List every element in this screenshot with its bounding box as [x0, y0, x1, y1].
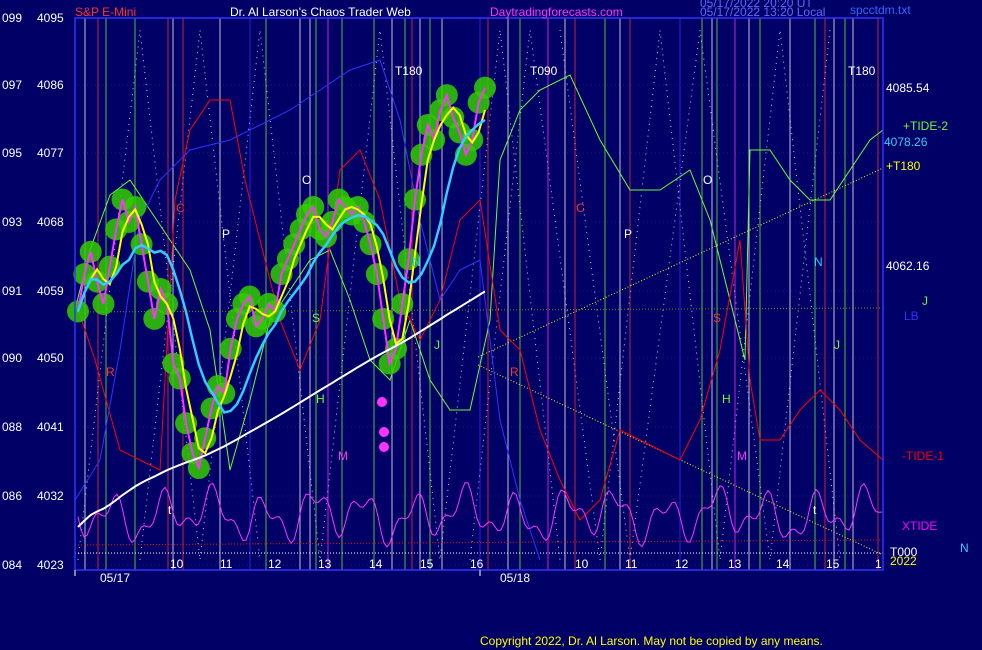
price-bubble	[474, 76, 496, 99]
series-label: 2022	[890, 554, 917, 568]
site-link[interactable]: Daytradingforecasts.com	[490, 5, 623, 19]
series-label: XTIDE	[902, 519, 937, 533]
x-tick: 11	[220, 557, 233, 571]
cycle-marker: C	[176, 201, 185, 215]
cycle-marker: P	[624, 227, 632, 241]
y-tick-right: 4050	[37, 351, 64, 365]
y-tick-right: 4086	[37, 78, 64, 92]
series-label: +TIDE-2	[903, 119, 948, 133]
cycle-marker: S	[312, 311, 320, 325]
x-tick: 16	[470, 557, 484, 571]
y-tick-left: 086	[2, 489, 22, 503]
x-tick: 10	[170, 557, 184, 571]
series-label: +T180	[886, 159, 921, 173]
y-tick-left: 093	[2, 215, 22, 229]
cycle-marker: H	[316, 392, 325, 406]
y-tick-right: 4041	[37, 420, 64, 434]
y-tick-right: 4023	[37, 558, 64, 572]
cycle-marker: J	[834, 338, 840, 352]
cycle-marker: M	[737, 449, 747, 463]
cycle-marker: O	[703, 173, 712, 187]
cycle-marker: R	[510, 365, 519, 379]
cycle-marker: M	[338, 449, 348, 463]
y-tick-right: 4095	[37, 11, 64, 25]
symbol-label: S&P E-Mini	[75, 5, 136, 19]
y-tick-left: 088	[2, 420, 22, 434]
pivot-dot	[377, 397, 387, 407]
y-tick-right: 4077	[37, 146, 64, 160]
y-tick-right: 4068	[37, 215, 64, 229]
right-price-label: 4085.54	[886, 81, 930, 95]
cycle-label: T180	[395, 64, 423, 78]
right-price-label: 4078.26	[884, 135, 928, 149]
price-bubble	[67, 300, 89, 323]
cycle-label: T090	[530, 64, 558, 78]
cycle-marker: S	[713, 311, 721, 325]
pivot-dot	[379, 442, 389, 452]
x-tick: 15	[826, 557, 840, 571]
y-tick-right: 4032	[37, 489, 64, 503]
cycle-marker: P	[222, 227, 230, 241]
copyright-text: Copyright 2022, Dr. Al Larson. May not b…	[480, 634, 823, 648]
y-tick-left: 091	[2, 284, 22, 298]
x-tick: 13	[318, 557, 332, 571]
cycle-marker: R	[106, 365, 115, 379]
x-tick: 10	[575, 557, 589, 571]
x-tick: 14	[776, 557, 790, 571]
x-tick: 1	[875, 557, 882, 571]
y-tick-right: 4059	[37, 284, 64, 298]
y-tick-left: 090	[2, 351, 22, 365]
series-label: J	[922, 294, 928, 308]
x-tick: 13	[728, 557, 742, 571]
y-tick-left: 099	[2, 11, 22, 25]
y-tick-left: 095	[2, 146, 22, 160]
x-tick: 05/18	[500, 571, 530, 585]
timestamp-local: 05/17/2022 13:20 Local	[700, 5, 825, 19]
cycle-marker: N	[814, 255, 823, 269]
x-tick: 12	[268, 557, 282, 571]
series-label: LB	[904, 309, 919, 323]
cycle-marker: C	[576, 201, 585, 215]
series-label: -TIDE-1	[902, 449, 944, 463]
right-price-label: 4062.16	[886, 259, 930, 273]
cycle-marker: O	[302, 173, 311, 187]
x-tick: 15	[420, 557, 434, 571]
chart-title: Dr. Al Larson's Chaos Trader Web	[230, 5, 411, 19]
cycle-marker: N	[412, 255, 421, 269]
x-tick: 05/17	[100, 571, 130, 585]
cycle-marker: J	[434, 338, 440, 352]
pivot-dot	[379, 427, 389, 437]
x-tick: 14	[369, 557, 383, 571]
y-tick-left: 097	[2, 78, 22, 92]
cycle-marker: H	[722, 392, 731, 406]
cycle-label: T180	[848, 64, 876, 78]
x-tick: 12	[675, 557, 689, 571]
x-tick: 11	[625, 557, 638, 571]
series-label: N	[960, 541, 969, 555]
y-tick-left: 084	[2, 558, 22, 572]
data-file-label: spcctdm.txt	[850, 3, 911, 17]
chaos-trader-chart: OPCSNRHMJtOPCSNRHMJt S&P E-Mini Dr. Al L…	[0, 0, 982, 650]
